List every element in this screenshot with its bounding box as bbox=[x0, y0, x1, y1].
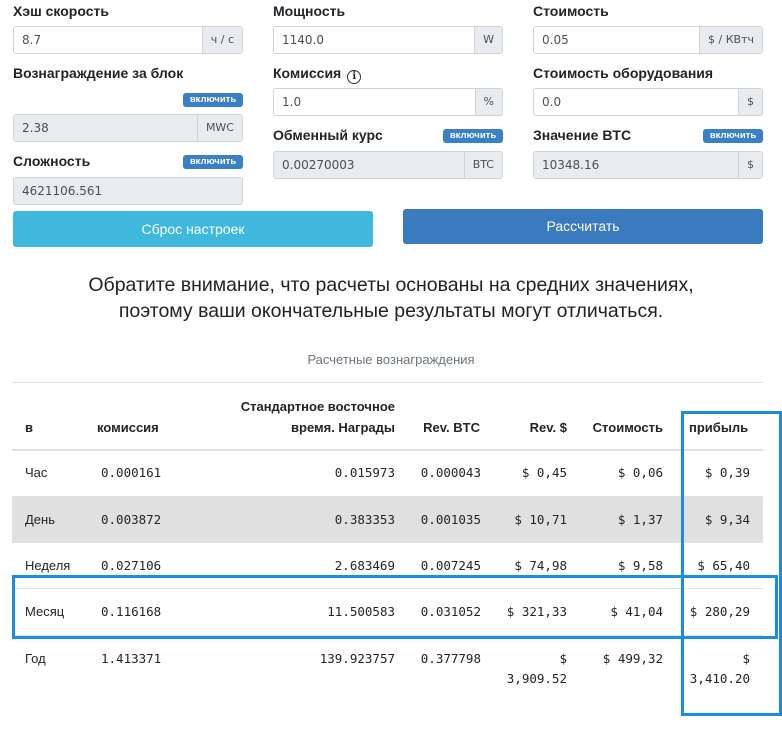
row-rev-usd: $ 0,45 bbox=[521, 465, 567, 480]
header-fee: комиссия bbox=[97, 420, 159, 435]
row-rev-btc: 0.377798 bbox=[420, 651, 481, 666]
header-rev-btc: Rev. BTC bbox=[423, 420, 480, 435]
profit-column-highlight bbox=[681, 411, 782, 716]
hardware-cost-input[interactable]: 0.0 bbox=[534, 89, 738, 115]
fee-unit: % bbox=[474, 89, 502, 115]
row-cost: $ 1,37 bbox=[617, 512, 663, 527]
hashrate-input[interactable]: 8.7 bbox=[14, 27, 202, 53]
block-reward-label: Вознаграждение за блок bbox=[13, 65, 184, 81]
cost-label: Стоимость bbox=[533, 3, 609, 19]
fee-input-group: 1.0 % bbox=[273, 88, 503, 116]
hardware-cost-input-group: 0.0 $ bbox=[533, 88, 763, 116]
difficulty-input[interactable]: 4621106.561 bbox=[14, 178, 242, 204]
fee-input[interactable]: 1.0 bbox=[274, 89, 475, 115]
cost-input-group: 0.05 $ / КВтч bbox=[533, 26, 763, 54]
row-fee: 0.027106 bbox=[101, 558, 162, 573]
row-fee: 0.003872 bbox=[101, 512, 162, 527]
row-cost: $ 499,32 bbox=[602, 651, 663, 666]
btc-value-toggle[interactable]: включить bbox=[703, 129, 763, 143]
btc-value-input[interactable]: 10348.16 bbox=[534, 152, 738, 178]
notice-line-2: поэтому ваши окончательные результаты мо… bbox=[118, 300, 664, 322]
row-rev-usd-line2: 3,909.52 bbox=[506, 671, 567, 686]
calculate-button[interactable]: Рассчитать bbox=[403, 209, 763, 244]
btc-value-unit: $ bbox=[738, 152, 762, 178]
row-fee: 1.413371 bbox=[101, 651, 162, 666]
notice-line-1: Обратите внимание, что расчеты основаны … bbox=[88, 274, 694, 296]
row-period: Час bbox=[25, 465, 48, 480]
month-row-highlight bbox=[12, 575, 778, 639]
row-rev-usd: $ 10,71 bbox=[514, 512, 567, 527]
row-fee: 0.000161 bbox=[101, 465, 162, 480]
block-reward-input-group: 2.38 MWC bbox=[13, 114, 243, 142]
power-input[interactable]: 1140.0 bbox=[274, 27, 475, 53]
hashrate-label: Хэш скорость bbox=[13, 3, 109, 19]
row-rev-usd: $ 74,98 bbox=[514, 558, 567, 573]
fee-label-text: Комиссия bbox=[273, 65, 342, 81]
exchange-rate-toggle[interactable]: включить bbox=[443, 129, 503, 143]
fee-label: Комиссия i bbox=[273, 65, 362, 84]
header-divider bbox=[12, 449, 763, 451]
row-divider bbox=[12, 542, 763, 543]
row-cost: $ 0,06 bbox=[617, 465, 663, 480]
power-unit: W bbox=[474, 27, 502, 53]
table-caption: Расчетные вознаграждения bbox=[307, 352, 475, 367]
cost-input[interactable]: 0.05 bbox=[534, 27, 700, 53]
hashrate-input-group: 8.7 ч / с bbox=[13, 26, 243, 54]
header-period: в bbox=[25, 420, 33, 435]
table-top-border bbox=[12, 382, 763, 383]
row-period: Год bbox=[25, 651, 46, 666]
header-reward-line2: время. Награды bbox=[291, 420, 395, 435]
exchange-rate-input[interactable]: 0.00270003 bbox=[274, 152, 464, 178]
row-reward: 2.683469 bbox=[334, 558, 395, 573]
btc-value-input-group: 10348.16 $ bbox=[533, 151, 763, 179]
header-rev-usd: Rev. $ bbox=[529, 420, 567, 435]
row-reward: 139.923757 bbox=[319, 651, 395, 666]
header-cost: Стоимость bbox=[592, 420, 663, 435]
row-rev-btc: 0.000043 bbox=[420, 465, 481, 480]
hashrate-unit: ч / с bbox=[201, 27, 242, 53]
row-reward: 0.015973 bbox=[334, 465, 395, 480]
exchange-rate-label: Обменный курс bbox=[273, 127, 383, 143]
row-rev-btc: 0.007245 bbox=[420, 558, 481, 573]
difficulty-label: Сложность bbox=[13, 153, 91, 169]
row-period: Неделя bbox=[25, 558, 71, 573]
exchange-rate-unit: BTC bbox=[463, 152, 502, 178]
row-cost: $ 9,58 bbox=[617, 558, 663, 573]
row-rev-btc: 0.001035 bbox=[420, 512, 481, 527]
cost-unit: $ / КВтч bbox=[699, 27, 762, 53]
power-input-group: 1140.0 W bbox=[273, 26, 503, 54]
hardware-cost-unit: $ bbox=[738, 89, 762, 115]
row-reward: 0.383353 bbox=[334, 512, 395, 527]
btc-value-label: Значение BTC bbox=[533, 127, 632, 143]
power-label: Мощность bbox=[273, 3, 346, 19]
reset-button[interactable]: Сброс настроек bbox=[13, 211, 373, 247]
difficulty-input-group: 4621106.561 bbox=[13, 177, 243, 205]
block-reward-toggle[interactable]: включить bbox=[183, 93, 243, 107]
exchange-rate-input-group: 0.00270003 BTC bbox=[273, 151, 503, 179]
row-period: День bbox=[25, 512, 55, 527]
block-reward-unit: MWC bbox=[196, 115, 242, 141]
header-reward-line1: Стандартное восточное bbox=[240, 399, 395, 414]
info-icon[interactable]: i bbox=[347, 70, 362, 84]
hardware-cost-label: Стоимость оборудования bbox=[533, 65, 714, 81]
block-reward-input[interactable]: 2.38 bbox=[14, 115, 197, 141]
difficulty-toggle[interactable]: включить bbox=[183, 155, 243, 169]
row-rev-usd-line1: $ bbox=[559, 651, 567, 666]
